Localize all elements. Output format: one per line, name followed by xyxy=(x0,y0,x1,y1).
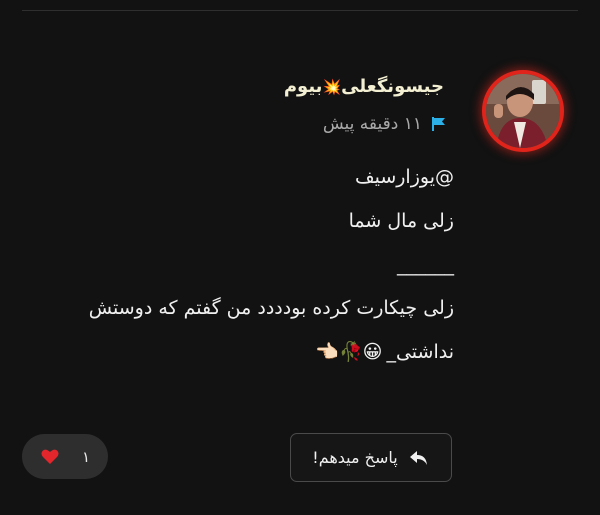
top-divider xyxy=(22,10,578,11)
comment-mention[interactable]: @یوزارسیف xyxy=(355,166,454,188)
like-count: ۱ xyxy=(81,447,91,466)
flag-icon xyxy=(430,115,448,133)
comment-emojis: 😀🥀👈🏻 xyxy=(315,341,383,363)
comment-timestamp: ۱۱ دقیقه پیش xyxy=(322,114,422,134)
comment-text-end: نداشتی_ xyxy=(386,340,454,363)
author-suffix: بیوم xyxy=(283,76,323,97)
reply-button[interactable]: پاسخ میدهم! xyxy=(290,433,452,482)
comment-meta: ۱۱ دقیقه پیش xyxy=(323,114,448,134)
comment-separator: ______ xyxy=(397,254,454,276)
avatar[interactable] xyxy=(482,70,564,152)
burst-emoji: 💥 xyxy=(322,78,342,96)
comment-author[interactable]: جیسونگعلی💥بیوم xyxy=(284,76,444,97)
reply-label: پاسخ میدهم! xyxy=(312,448,398,467)
heart-icon xyxy=(40,447,60,467)
comment-text-line: زلی مال شما xyxy=(348,210,454,232)
author-name: جیسونگعلی xyxy=(341,76,444,97)
comment-text-line: نداشتی_ 😀🥀👈🏻 xyxy=(315,340,454,364)
reply-arrow-icon xyxy=(408,447,430,469)
comment-text-line: زلی چیکارت کرده بودددد من گفتم که دوستش xyxy=(88,297,454,319)
like-button[interactable]: ۱ xyxy=(22,434,108,479)
